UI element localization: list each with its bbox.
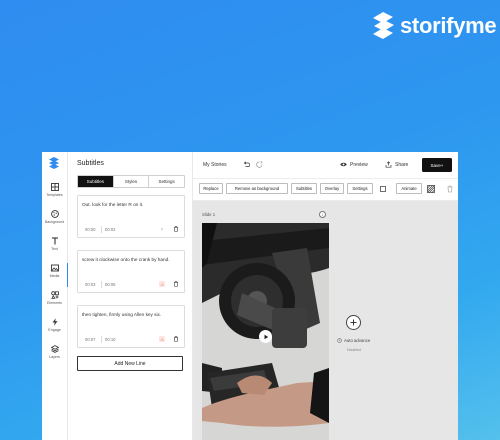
app-logo-icon xyxy=(49,157,59,169)
start-time[interactable]: 00:03 xyxy=(85,282,95,287)
subtitle-footer: 00:00 00:02 T xyxy=(78,225,184,234)
auto-advance-label: Auto advance xyxy=(344,338,371,343)
media-icon xyxy=(50,263,59,272)
preview-label: Preview xyxy=(350,161,368,168)
panel-title: Subtitles xyxy=(77,160,104,167)
brand-name: storifyme xyxy=(400,12,497,38)
auto-advance-toggle[interactable]: Auto advance xyxy=(337,338,370,343)
trash-icon[interactable] xyxy=(173,226,179,232)
media-toolbar: Replace Remove as background Subtitles O… xyxy=(193,178,458,201)
subtitles-panel: Subtitles Subtitles Styles Settings Out.… xyxy=(68,152,193,440)
trash-icon[interactable] xyxy=(446,185,454,193)
auto-advance-status: Disabled xyxy=(347,348,361,352)
rail-item-layers[interactable]: Layers xyxy=(42,344,67,368)
editor: My Stories Preview Share Save+ Replace R… xyxy=(193,152,458,440)
elements-icon xyxy=(50,290,59,299)
plus-icon xyxy=(350,319,357,326)
add-slide-button[interactable] xyxy=(346,315,361,330)
rail-item-label: Media xyxy=(49,274,60,278)
preview-button[interactable]: Preview xyxy=(340,161,368,168)
bolt-icon xyxy=(50,317,59,326)
editor-topbar: My Stories Preview Share Save+ xyxy=(193,152,458,179)
time-divider xyxy=(101,226,102,233)
add-new-line-button[interactable]: Add New Line xyxy=(77,356,183,371)
start-time[interactable]: 00:07 xyxy=(85,337,95,342)
animate-button[interactable]: Animate xyxy=(396,183,422,194)
slide-canvas: Slide 1 i Auto advance Disabled xyxy=(193,201,458,440)
time-divider xyxy=(101,336,102,343)
rail-item-media[interactable]: Media xyxy=(42,263,68,287)
subtitle-footer: 00:07 00:10 ⚠ xyxy=(78,335,184,344)
rail-item-templates[interactable]: Templates xyxy=(42,182,67,206)
rail-item-label: Elements xyxy=(47,301,62,305)
rail-item-engage[interactable]: Engage xyxy=(42,317,67,341)
settings-button[interactable]: Settings xyxy=(347,183,373,194)
palette-icon xyxy=(50,209,59,218)
subtitle-footer: 00:03 00:06 ⚠ xyxy=(78,280,184,289)
rail-item-elements[interactable]: Elements xyxy=(42,290,67,314)
tab-settings[interactable]: Settings xyxy=(149,176,184,187)
rail-item-label: Templates xyxy=(46,193,63,197)
subtitle-line[interactable]: Out. look for the letter R on it. 00:00 … xyxy=(77,195,185,238)
play-button[interactable] xyxy=(259,330,272,343)
tool-rail: Templates Background Text Media Elements xyxy=(42,152,68,440)
clock-icon xyxy=(337,338,342,343)
start-time[interactable]: 00:00 xyxy=(85,227,95,232)
redo-icon[interactable] xyxy=(256,161,263,168)
undo-icon[interactable] xyxy=(243,161,251,168)
trash-icon[interactable] xyxy=(173,281,179,287)
rail-item-background[interactable]: Background xyxy=(42,209,67,233)
eye-icon xyxy=(340,162,347,167)
text-icon xyxy=(50,236,59,245)
brand-logo: storifyme xyxy=(373,12,497,39)
info-icon[interactable]: i xyxy=(319,211,326,218)
replace-button[interactable]: Replace xyxy=(199,183,223,194)
layers-icon xyxy=(50,344,59,353)
remove-as-background-button[interactable]: Remove as background xyxy=(226,183,288,194)
crop-icon[interactable] xyxy=(379,185,387,193)
subtitle-line[interactable]: screw it clockwise onto the crank by han… xyxy=(77,250,185,293)
breadcrumb-my-stories[interactable]: My Stories xyxy=(203,162,227,168)
share-icon xyxy=(385,161,392,168)
trash-icon[interactable] xyxy=(173,336,179,342)
share-button[interactable]: Share xyxy=(385,161,408,168)
slide-label: Slide 1 xyxy=(202,212,216,217)
overlay-button[interactable]: Overlay xyxy=(320,183,344,194)
warning-icon[interactable]: ⚠ xyxy=(159,336,165,342)
subtitle-text[interactable]: screw it clockwise onto the crank by han… xyxy=(82,255,178,264)
save-button[interactable]: Save+ xyxy=(422,158,452,172)
effect-badge[interactable]: T xyxy=(159,226,165,232)
slide-video[interactable] xyxy=(202,223,329,440)
subtitle-text[interactable]: Out. look for the letter R on it. xyxy=(82,200,178,209)
subtitles-button[interactable]: Subtitles xyxy=(291,183,317,194)
tab-styles[interactable]: Styles xyxy=(113,176,150,187)
subtitle-line[interactable]: then tighten, firmly using Allen key six… xyxy=(77,305,185,348)
pattern-icon[interactable] xyxy=(427,185,435,193)
rail-item-label: Background xyxy=(44,220,65,224)
play-icon xyxy=(264,334,268,339)
rail-item-label: Layers xyxy=(49,355,60,359)
rail-item-label: Engage xyxy=(48,328,61,332)
templates-icon xyxy=(50,182,59,191)
rail-item-text[interactable]: Text xyxy=(42,236,67,260)
app-window: Templates Background Text Media Elements xyxy=(42,152,458,440)
warning-icon[interactable]: ⚠ xyxy=(159,281,165,287)
rail-item-label: Text xyxy=(51,247,58,251)
share-label: Share xyxy=(395,161,409,168)
tab-subtitles[interactable]: Subtitles xyxy=(78,176,114,187)
end-time[interactable]: 00:10 xyxy=(105,337,115,342)
panel-tabs: Subtitles Styles Settings xyxy=(77,175,185,188)
end-time[interactable]: 00:02 xyxy=(105,227,115,232)
storifyme-logo-icon xyxy=(373,12,394,39)
subtitle-text[interactable]: then tighten, firmly using Allen key six… xyxy=(82,310,178,319)
time-divider xyxy=(101,281,102,288)
end-time[interactable]: 00:06 xyxy=(105,282,115,287)
